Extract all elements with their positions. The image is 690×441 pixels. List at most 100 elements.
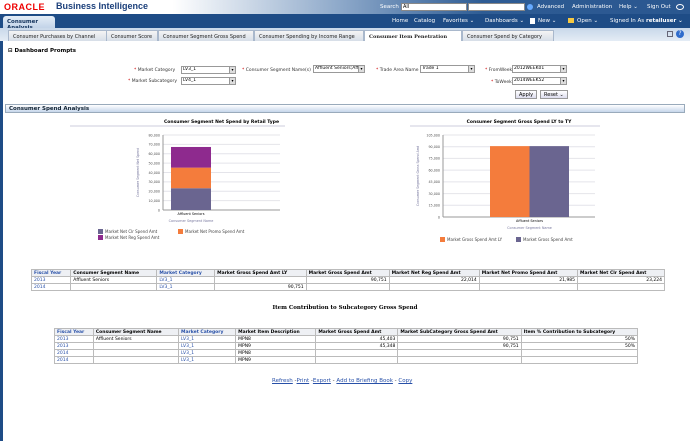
select-value: Trade 1	[422, 66, 439, 71]
search-label: Search	[380, 4, 399, 10]
trade-area-select[interactable]: Trade 1 ▾	[420, 65, 475, 73]
search-go-icon[interactable]	[527, 4, 533, 10]
select-value: LV4_1	[183, 78, 197, 83]
export-link[interactable]: Export	[313, 378, 331, 384]
legend-label: Market Net Reg Spend Amt	[105, 235, 160, 240]
consumer-segment-select[interactable]: Affluent Seniors;Aff ▾	[313, 65, 365, 73]
table-cell[interactable]: 2014	[30, 283, 72, 291]
table-cell[interactable]: LV3_1	[178, 342, 237, 350]
legend-swatch	[440, 237, 445, 242]
column-header: Consumer Segment Name	[70, 269, 158, 277]
label-text: FromWeek	[488, 68, 513, 73]
column-header[interactable]: Fiscal Year	[30, 269, 72, 277]
column-header: Market Net Promo Spend Amt	[478, 269, 579, 277]
table-cell	[92, 342, 180, 350]
y-tick-label: 105,000	[426, 133, 440, 137]
catalog-link[interactable]: Catalog	[414, 18, 435, 24]
table-cell	[388, 283, 480, 291]
from-week-select[interactable]: 2012WEEK01 ▾	[512, 65, 567, 73]
user-menu[interactable]: retailuser ⌄	[646, 18, 683, 24]
select-value: 2014WEEK52	[514, 78, 545, 83]
table-cell: MPN8	[235, 335, 317, 343]
table-row: 2013 LV3_1 MPN9 45,348 90,751 50%	[54, 342, 639, 350]
table-cell[interactable]: LV3_1	[178, 356, 237, 364]
search-input[interactable]	[468, 3, 525, 11]
table-cell[interactable]: LV3_1	[156, 276, 216, 284]
reset-button[interactable]: Reset ⌄	[540, 90, 568, 99]
nav-bar: Home Catalog Favorites ⌄ Dashboards ⌄ Ne…	[0, 14, 690, 28]
table-cell[interactable]: 2014	[54, 356, 94, 364]
table-cell: 90,751	[397, 335, 522, 343]
help-icon[interactable]: ?	[676, 30, 684, 38]
copy-link[interactable]: Copy	[398, 378, 412, 384]
label-text: Market Category	[137, 68, 176, 73]
tab-consumer-score[interactable]: Consumer Score	[106, 30, 158, 41]
administration-link[interactable]: Administration	[572, 4, 612, 10]
column-header[interactable]: Market Category	[178, 328, 237, 336]
dashboards-menu[interactable]: Dashboards ⌄	[485, 18, 524, 24]
market-subcategory-label: * Market Subcategory	[128, 79, 178, 84]
x-axis-label: Consumer Segment Name	[507, 226, 552, 230]
table-row: 2013 Affluent Seniors LV3_1 90,751 22,014 21,…	[30, 276, 665, 284]
search-scope-select[interactable]: All	[401, 3, 467, 11]
y-tick-label: 80,000	[148, 133, 160, 137]
table-cell: 50%	[520, 342, 639, 350]
dashboard-tab-consumer-analysis[interactable]: Consumer Analysis	[3, 16, 55, 31]
favorites-menu[interactable]: Favorites ⌄	[443, 18, 474, 24]
table-cell: 50%	[520, 335, 639, 343]
column-header: Market SubCategory Gross Spend Amt	[397, 328, 522, 336]
refresh-link[interactable]: Refresh	[272, 378, 293, 384]
y-tick-label: 60,000	[428, 168, 440, 172]
tab-consumer-purchases-by-channel[interactable]: Consumer Purchases by Channel	[8, 30, 108, 41]
y-tick-label: 50,000	[148, 161, 160, 165]
folder-icon	[568, 18, 574, 23]
print-link[interactable]: Print	[297, 378, 310, 384]
apply-button[interactable]: Apply	[515, 90, 538, 99]
column-header[interactable]: Market Category	[156, 269, 216, 277]
table-cell[interactable]: 2013	[30, 276, 72, 284]
table-cell: 22,014	[388, 276, 480, 284]
table-cell[interactable]: 2013	[54, 342, 94, 350]
tab-consumer-segment-gross-spend[interactable]: Consumer Segment Gross Spend	[158, 30, 254, 41]
dashboard-prompts-title[interactable]: ⊟ Dashboard Prompts	[8, 48, 76, 54]
y-tick-label: 20,000	[148, 190, 160, 194]
y-tick-label: 70,000	[148, 143, 160, 147]
tab-consumer-item-penetration[interactable]: Consumer Item Penetration	[364, 30, 462, 41]
add-to-briefing-book-link[interactable]: Add to Briefing Book	[336, 378, 393, 384]
advanced-link[interactable]: Advanced	[537, 4, 564, 10]
left-border	[0, 41, 3, 441]
page-options-icon[interactable]	[667, 31, 673, 37]
table-cell[interactable]: LV3_1	[178, 349, 237, 357]
y-tick-label: 60,000	[148, 152, 160, 156]
new-menu[interactable]: New ⌄	[538, 18, 556, 24]
table-cell[interactable]: 2013	[54, 335, 94, 343]
home-link[interactable]: Home	[392, 18, 408, 24]
open-menu[interactable]: Open ⌄	[577, 18, 598, 24]
sign-out-link[interactable]: Sign Out	[647, 4, 671, 10]
table-cell: 90,751	[214, 283, 307, 291]
legend-swatch	[98, 229, 103, 234]
table-row: 2014 LV3_1 MPN8	[54, 349, 639, 357]
y-tick-label: 15,000	[428, 204, 440, 208]
column-header[interactable]: Fiscal Year	[54, 328, 94, 336]
chat-icon[interactable]	[676, 4, 684, 10]
table-cell	[92, 349, 180, 357]
column-header: Market Item Description	[235, 328, 317, 336]
tab-consumer-spending-by-income-range[interactable]: Consumer Spending by Income Range	[254, 30, 364, 41]
help-menu[interactable]: Help ⌄	[619, 4, 638, 10]
market-category-select[interactable]: LV3_1 ▾	[181, 66, 236, 74]
consumer-segment-label: * Consumer Segment Name(s)	[242, 68, 311, 73]
y-tick-label: 30,000	[148, 180, 160, 184]
table-cell[interactable]: LV3_1	[156, 283, 216, 291]
market-subcategory-select[interactable]: LV4_1 ▾	[181, 77, 236, 85]
table-cell[interactable]: LV3_1	[178, 335, 237, 343]
x-tick-label: Affluent Seniors	[178, 212, 205, 216]
table-row: 2014 LV3_1 90,751	[30, 283, 665, 291]
tab-consumer-spend-by-category[interactable]: Consumer Spend by Category	[462, 30, 554, 41]
legend-label: Market Gross Spend Amt	[523, 237, 573, 242]
label-text: ToWeek	[494, 80, 512, 85]
table-cell[interactable]: 2014	[54, 349, 94, 357]
to-week-select[interactable]: 2014WEEK52 ▾	[512, 77, 567, 85]
table-cell: 90,751	[305, 276, 390, 284]
net-spend-chart: Consumer Segment Net Spend by Retail Typ…	[70, 119, 285, 240]
